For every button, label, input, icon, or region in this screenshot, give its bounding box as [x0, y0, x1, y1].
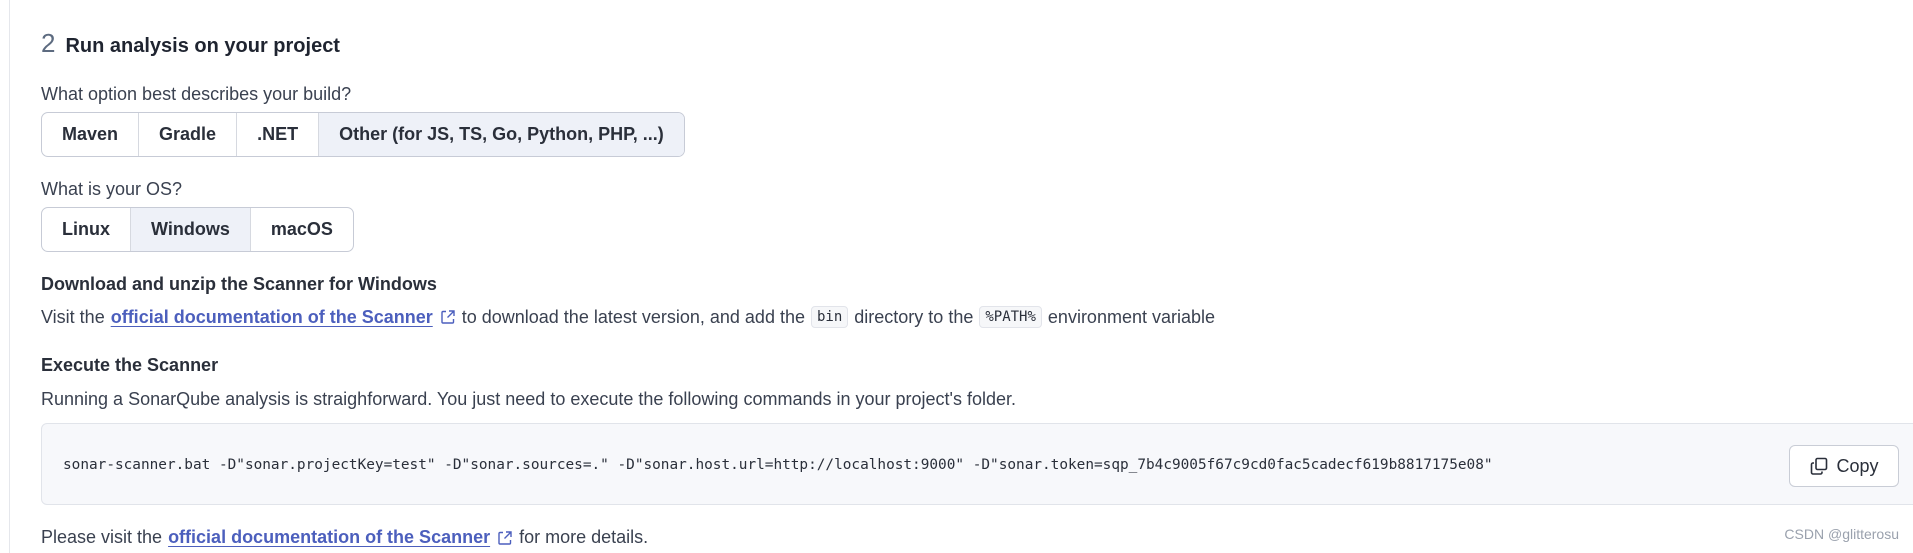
build-question: What option best describes your build? [41, 84, 352, 104]
footer-docs-link[interactable]: official documentation of the Scanner [168, 527, 490, 548]
command-code-block: sonar-scanner.bat -D"sonar.projectKey=te… [41, 423, 1913, 505]
os-option-linux[interactable]: Linux [42, 208, 131, 251]
scanner-docs-link[interactable]: official documentation of the Scanner [111, 307, 433, 328]
page: 2 Run analysis on your project What opti… [0, 0, 1913, 553]
download-suffix: environment variable [1047, 306, 1216, 327]
step-heading: 2 Run analysis on your project [41, 30, 340, 58]
os-option-macos[interactable]: macOS [251, 208, 353, 251]
bin-code: bin [810, 306, 849, 328]
footer-prefix: Please visit the [41, 527, 163, 547]
download-middle: to download the latest version, and add … [461, 306, 805, 327]
execute-heading: Execute the Scanner [41, 355, 219, 375]
step-title: Run analysis on your project [65, 35, 340, 57]
copy-label: Copy [1836, 455, 1879, 476]
copy-icon [1811, 457, 1828, 475]
build-toggle-group: Maven Gradle .NET Other (for JS, TS, Go,… [41, 112, 685, 157]
download-middle2: directory to the [854, 306, 974, 327]
execute-description: Running a SonarQube analysis is straighf… [41, 389, 1016, 409]
footer-suffix: for more details. [519, 527, 649, 547]
step-number: 2 [41, 28, 56, 58]
scanner-command[interactable]: sonar-scanner.bat -D"sonar.projectKey=te… [63, 457, 1493, 473]
external-link-icon [441, 310, 455, 324]
footer-note: Please visit the official documentation … [41, 527, 648, 548]
build-option-dotnet[interactable]: .NET [237, 113, 320, 156]
path-code: %PATH% [979, 306, 1042, 328]
build-option-other[interactable]: Other (for JS, TS, Go, Python, PHP, ...) [319, 113, 684, 156]
external-link-icon [498, 530, 512, 545]
watermark: CSDN @glitterosu [1784, 526, 1899, 542]
left-divider [9, 0, 10, 553]
build-option-maven[interactable]: Maven [42, 113, 140, 156]
download-prefix: Visit the [41, 306, 105, 327]
download-instructions: Visit the official documentation of the … [41, 306, 1215, 328]
os-toggle-group: Linux Windows macOS [41, 207, 354, 252]
os-question: What is your OS? [41, 179, 183, 199]
build-option-gradle[interactable]: Gradle [139, 113, 238, 156]
copy-button[interactable]: Copy [1789, 445, 1899, 487]
os-option-windows[interactable]: Windows [131, 208, 251, 251]
download-heading: Download and unzip the Scanner for Windo… [41, 274, 437, 294]
